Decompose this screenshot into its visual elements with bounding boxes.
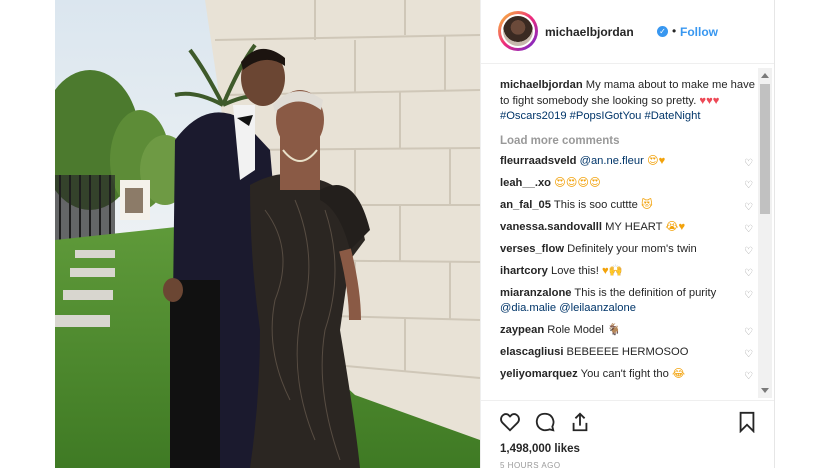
comment-row: leah__.xo 😍😍😍😍 ♡ bbox=[500, 176, 755, 191]
comment-emoji-icon: ♥🙌 bbox=[601, 264, 623, 277]
comment-text: You can't fight tho bbox=[580, 367, 669, 380]
comment-row: zaypean Role Model 🐐 ♡ bbox=[500, 323, 755, 338]
comment-like-heart-icon[interactable]: ♡ bbox=[744, 369, 753, 384]
comment-username[interactable]: vanessa.sandovalll bbox=[500, 221, 602, 233]
separator-dot: • bbox=[672, 24, 677, 38]
comment-row: vanessa.sandovalll MY HEART 😭♥ ♡ bbox=[500, 220, 755, 235]
comment-row: fleurraadsveld @an.ne.fleur 😍♥ ♡ bbox=[500, 154, 755, 169]
comment-username[interactable]: yeliyomarquez bbox=[500, 368, 578, 380]
post-photo-illustration bbox=[55, 0, 480, 468]
likes-count[interactable]: 1,498,000 likes bbox=[500, 443, 580, 455]
comments-scrollbar[interactable] bbox=[758, 68, 772, 398]
comment-mention[interactable]: @dia.malie bbox=[500, 302, 556, 314]
comment-row: verses_flow Definitely your mom's twin ♡ bbox=[500, 242, 755, 257]
comment-username[interactable]: fleurraadsveld bbox=[500, 155, 576, 167]
comment-like-heart-icon[interactable]: ♡ bbox=[744, 266, 753, 281]
heart-emoji-icon: ♥♥♥ bbox=[699, 94, 720, 107]
post-header: michaelbjordan ✓ • Follow bbox=[481, 0, 774, 64]
comment-text: This is soo cuttte bbox=[553, 198, 638, 211]
comment-text: Love this! bbox=[550, 264, 599, 277]
post-details-panel: michaelbjordan ✓ • Follow michaelbjordan… bbox=[480, 0, 775, 470]
scroll-down-arrow-icon[interactable] bbox=[761, 388, 769, 393]
comment-row: ihartcory Love this! ♥🙌 ♡ bbox=[500, 264, 755, 279]
comment-row: an_fal_05 This is soo cuttte 😻 ♡ bbox=[500, 198, 755, 213]
comment-text: Role Model bbox=[547, 323, 604, 336]
comment-emoji-icon: 😻 bbox=[640, 198, 653, 211]
comment-emoji-icon: 😍😍😍😍 bbox=[554, 176, 601, 189]
scrollbar-thumb[interactable] bbox=[760, 84, 770, 214]
caption-username[interactable]: michaelbjordan bbox=[500, 79, 583, 91]
comment-bubble-icon[interactable] bbox=[534, 411, 556, 433]
comment-like-heart-icon[interactable]: ♡ bbox=[744, 347, 753, 362]
comment-text: MY HEART bbox=[605, 220, 663, 233]
comment-row: miaranzalone This is the definition of p… bbox=[500, 286, 755, 316]
comment-username[interactable]: zaypean bbox=[500, 324, 544, 336]
comment-username[interactable]: elascagliusi bbox=[500, 346, 563, 358]
verified-badge-icon: ✓ bbox=[657, 26, 668, 37]
comment-row: elascagliusi BEBEEEE HERMOSOO ♡ bbox=[500, 345, 755, 360]
comment-username[interactable]: miaranzalone bbox=[500, 287, 572, 299]
comment-like-heart-icon[interactable]: ♡ bbox=[744, 200, 753, 215]
avatar-image bbox=[503, 16, 533, 46]
comment-username[interactable]: an_fal_05 bbox=[500, 199, 551, 211]
avatar[interactable] bbox=[498, 11, 538, 51]
comment-like-heart-icon[interactable]: ♡ bbox=[744, 156, 753, 171]
avatar-ring bbox=[501, 14, 535, 48]
load-more-comments-button[interactable]: Load more comments bbox=[500, 135, 755, 147]
scroll-up-arrow-icon[interactable] bbox=[761, 73, 769, 78]
comment-username[interactable]: verses_flow bbox=[500, 243, 564, 255]
caption-hashtags[interactable]: #Oscars2019 #PopsIGotYou #DateNight bbox=[500, 110, 700, 122]
post-actions-bar: 1,498,000 likes 5 HOURS AGO bbox=[481, 400, 774, 470]
bookmark-icon[interactable] bbox=[736, 411, 758, 433]
comment-row: yeliyomarquez You can't fight tho 😂 ♡ bbox=[500, 367, 755, 382]
comment-like-heart-icon[interactable]: ♡ bbox=[744, 222, 753, 237]
post-photo[interactable] bbox=[55, 0, 480, 468]
comment-mention[interactable]: @an.ne.fleur bbox=[580, 155, 644, 167]
comment-text: This is the definition of purity bbox=[574, 286, 717, 299]
comment-text: BEBEEEE HERMOSOO bbox=[566, 345, 689, 358]
comment-text: Definitely your mom's twin bbox=[567, 242, 697, 255]
follow-button[interactable]: Follow bbox=[680, 25, 718, 39]
post-author-username[interactable]: michaelbjordan bbox=[545, 25, 634, 39]
comment-like-heart-icon[interactable]: ♡ bbox=[744, 325, 753, 340]
comments-list[interactable]: michaelbjordan My mama about to make me … bbox=[500, 78, 755, 398]
comment-username[interactable]: ihartcory bbox=[500, 265, 548, 277]
share-icon[interactable] bbox=[569, 411, 591, 433]
comment-emoji-icon: 🐐 bbox=[606, 323, 621, 336]
like-heart-icon[interactable] bbox=[499, 411, 521, 433]
comment-emoji-icon: 😍♥ bbox=[646, 154, 666, 167]
comment-like-heart-icon[interactable]: ♡ bbox=[744, 288, 753, 303]
comment-emoji-icon: 😭♥ bbox=[665, 220, 686, 233]
post-timestamp: 5 HOURS AGO bbox=[500, 461, 561, 470]
comment-like-heart-icon[interactable]: ♡ bbox=[744, 178, 753, 193]
post-caption: michaelbjordan My mama about to make me … bbox=[500, 78, 755, 125]
comment-username[interactable]: leah__.xo bbox=[500, 177, 551, 189]
comment-mention[interactable]: @leilaanzalone bbox=[559, 302, 636, 314]
comment-emoji-icon: 😂 bbox=[671, 367, 686, 380]
comment-like-heart-icon[interactable]: ♡ bbox=[744, 244, 753, 259]
